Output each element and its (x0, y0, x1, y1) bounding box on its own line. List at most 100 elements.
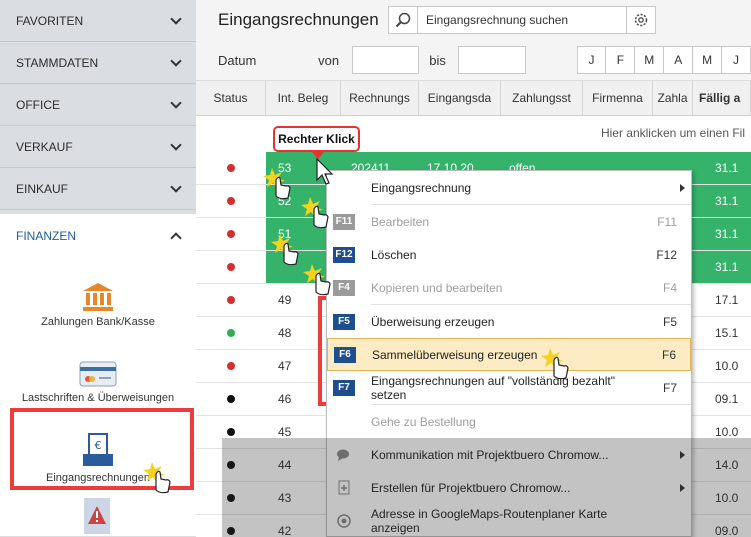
menu-shortcut: F12 (656, 247, 677, 262)
search-button[interactable] (388, 6, 418, 34)
faellig-cell: 10.0 (711, 350, 751, 382)
section-label: VERKAUF (16, 139, 73, 154)
column-header[interactable]: Eingangsda (419, 81, 501, 115)
context-menu-item[interactable]: Eingangsrechnung (327, 171, 691, 204)
click-hand-icon (143, 462, 171, 494)
click-hand-icon (541, 348, 569, 380)
status-dot (227, 164, 235, 172)
search-icon (395, 12, 411, 28)
sidebar-section-office[interactable]: OFFICE (0, 84, 196, 126)
faellig-cell: 15.1 (711, 317, 751, 349)
chevron-down-icon (170, 96, 182, 109)
menu-label: Sammelüberweisung erzeugen (372, 347, 538, 362)
credit-card-icon (79, 361, 117, 387)
sidebar-section-einkauf[interactable]: EINKAUF (0, 168, 196, 210)
menu-label: Überweisung erzeugen (371, 314, 495, 329)
page-title: Eingangsrechnungen (218, 10, 379, 29)
column-header[interactable]: Status (196, 81, 266, 115)
search-input[interactable]: Eingangsrechnung suchen (418, 6, 626, 34)
right-click-tooltip: Rechter Klick (273, 126, 360, 159)
context-menu-item[interactable]: F11 Bearbeiten F11 (327, 205, 691, 238)
menu-icon-spacer (333, 180, 355, 196)
section-label: STAMMDATEN (16, 55, 99, 70)
shortcut-key-badge: F11 (333, 213, 355, 230)
faellig-cell: 31.1 (711, 152, 751, 184)
table-header: Status Int. Beleg Rechnungs Eingangsda Z… (196, 80, 751, 116)
status-cell (196, 152, 266, 184)
context-menu-item[interactable]: F7 Eingangsrechnungen auf "vollständig be… (327, 371, 691, 404)
sidebar-section-verkauf[interactable]: VERKAUF (0, 126, 196, 168)
mouse-cursor-icon (316, 158, 334, 185)
status-dot (227, 296, 235, 304)
context-menu-item[interactable]: F6 Sammelüberweisung erzeugen F6 (327, 338, 691, 371)
status-cell (196, 383, 266, 415)
section-label: EINKAUF (16, 181, 69, 196)
chevron-up-icon (170, 232, 182, 244)
chevron-down-icon (170, 138, 182, 151)
settings-button[interactable] (626, 6, 656, 34)
month-button[interactable]: J (576, 46, 607, 74)
status-cell (196, 284, 266, 316)
sidebar-section-stammdaten[interactable]: STAMMDATEN (0, 42, 196, 84)
status-dot (227, 230, 235, 238)
status-cell (196, 218, 266, 250)
context-menu-item[interactable]: F4 Kopieren und bearbeiten F4 (327, 271, 691, 304)
date-filter: Datum von bis J F M A M J (196, 40, 751, 80)
shortcut-key-badge: F12 (333, 246, 355, 263)
shortcut-key-badge: F5 (333, 313, 355, 330)
menu-shortcut: F6 (661, 347, 676, 362)
month-button[interactable]: J (721, 46, 751, 74)
context-menu-item[interactable]: Gehe zu Bestellung (327, 405, 691, 438)
sidebar-section-finanzen[interactable]: FINANZEN (0, 214, 196, 258)
faellig-cell: 31.1 (711, 251, 751, 283)
status-dot (227, 395, 235, 403)
menu-label: Eingangsrechnung (371, 180, 472, 195)
menu-shortcut: F4 (662, 280, 677, 295)
month-button[interactable]: M (634, 46, 665, 74)
month-button[interactable]: A (663, 46, 694, 74)
warning-document-icon (84, 498, 110, 534)
context-menu-item[interactable]: F5 Überweisung erzeugen F5 (327, 305, 691, 338)
menu-shortcut: F7 (662, 380, 677, 395)
column-header[interactable]: Zahlungsst (501, 81, 583, 115)
column-header[interactable]: Firmenna (583, 81, 653, 115)
status-cell (196, 350, 266, 382)
click-hand-icon (271, 234, 299, 266)
shortcut-key-badge: F6 (334, 346, 356, 363)
context-menu-item[interactable]: F12 Löschen F12 (327, 238, 691, 271)
faellig-cell: 17.1 (711, 284, 751, 316)
sidebar-item-lastschriften[interactable]: Lastschriften & Überweisungen (0, 334, 196, 410)
chevron-down-icon (170, 180, 182, 193)
click-hand-icon (263, 168, 291, 200)
to-label: bis (429, 52, 446, 68)
month-button[interactable]: F (605, 46, 636, 74)
status-cell (196, 317, 266, 349)
gear-icon (634, 13, 648, 27)
sidebar-section-favoriten[interactable]: FAVORITEN (0, 0, 196, 42)
date-from-input[interactable] (351, 46, 420, 74)
section-label: FAVORITEN (16, 13, 84, 28)
column-header[interactable]: Rechnungs (341, 81, 419, 115)
chevron-down-icon (170, 54, 182, 67)
column-header[interactable]: Int. Beleg (266, 81, 341, 115)
status-cell (196, 251, 266, 283)
click-hand-icon (301, 197, 329, 229)
date-to-input[interactable] (458, 46, 526, 74)
month-button[interactable]: M (692, 46, 723, 74)
status-cell (196, 185, 266, 217)
status-dot (227, 197, 235, 205)
faellig-cell: 31.1 (711, 218, 751, 250)
sidebar-item-label: Lastschriften & Überweisungen (21, 392, 175, 404)
menu-shortcut: F11 (657, 214, 677, 229)
column-header[interactable]: Zahla (653, 81, 693, 115)
bank-icon (83, 283, 113, 311)
status-dot (227, 263, 235, 271)
section-label: FINANZEN (16, 229, 76, 243)
dim-overlay (222, 438, 751, 537)
date-label: Datum (218, 52, 257, 68)
menu-label: Eingangsrechnungen auf "vollständig beza… (371, 373, 616, 402)
column-header[interactable]: Fällig a (693, 81, 751, 115)
sidebar-item-zahlungen[interactable]: Zahlungen Bank/Kasse (0, 258, 196, 334)
menu-shortcut: F5 (662, 314, 677, 329)
menu-icon-spacer (333, 414, 355, 430)
